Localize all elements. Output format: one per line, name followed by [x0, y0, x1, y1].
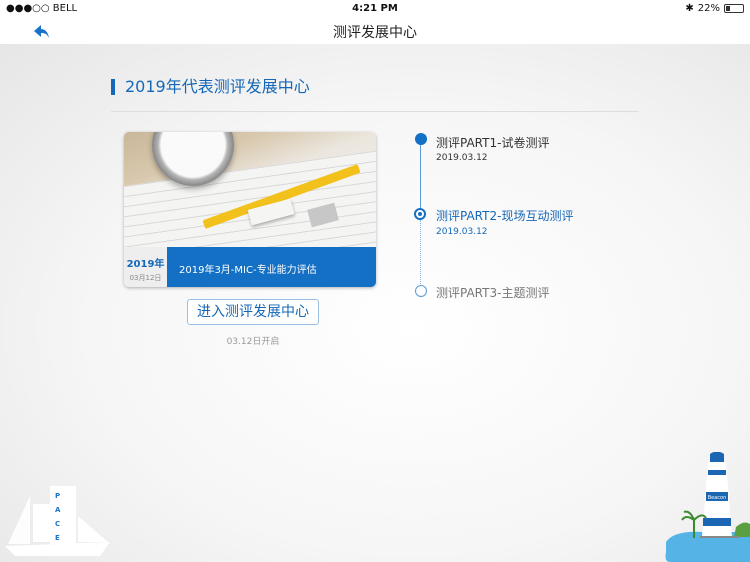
bluetooth-icon: ✱	[685, 3, 694, 14]
card-day: 03月12日	[129, 274, 162, 282]
main-content: 2019年代表测评发展中心 2019年 03月12日 2019年3月-MIC-专…	[0, 44, 750, 562]
card-name: 2019年3月-MIC-专业能力评估	[167, 247, 376, 287]
card-date: 2019年 03月12日	[124, 247, 167, 287]
card-year: 2019年	[126, 259, 165, 270]
battery-icon	[724, 4, 744, 13]
nav-bar: 测评发展中心	[0, 18, 750, 44]
svg-text:A: A	[55, 506, 61, 514]
timeline-line	[420, 140, 421, 215]
enter-center-button[interactable]: 进入测评发展中心	[187, 299, 319, 325]
clock: 4:21 PM	[352, 3, 398, 14]
status-bar: ●●●○○ BELL 4:21 PM ✱ 22%	[0, 0, 750, 18]
ship-illustration: P A C E	[5, 486, 110, 556]
timeline-line-dotted	[420, 220, 421, 290]
section-title: 2019年代表测评发展中心	[111, 79, 310, 95]
svg-text:E: E	[55, 534, 60, 542]
assessment-card[interactable]: 2019年 03月12日 2019年3月-MIC-专业能力评估	[124, 132, 376, 287]
battery-percent: 22%	[697, 3, 720, 14]
timeline-dot-done	[415, 133, 427, 145]
card-photo	[124, 132, 376, 247]
divider	[111, 111, 639, 112]
timeline-item-1[interactable]: 测评PART1-试卷测评	[436, 134, 549, 151]
svg-text:P: P	[55, 492, 60, 500]
timeline-item-3[interactable]: 测评PART3-主题测评	[436, 284, 549, 301]
timeline-dot-current	[414, 208, 426, 220]
svg-text:C: C	[55, 520, 60, 528]
open-date-note: 03.12日开启	[226, 337, 280, 347]
timeline-dot-pending	[415, 285, 427, 297]
lighthouse-illustration: Beacon	[665, 452, 750, 562]
lighthouse-sign: Beacon	[708, 495, 727, 501]
page-title: 测评发展中心	[333, 25, 417, 41]
timeline-date-2: 2019.03.12	[436, 227, 488, 237]
timeline-item-2[interactable]: 测评PART2-现场互动测评	[436, 207, 573, 224]
timeline-date-1: 2019.03.12	[436, 153, 488, 163]
